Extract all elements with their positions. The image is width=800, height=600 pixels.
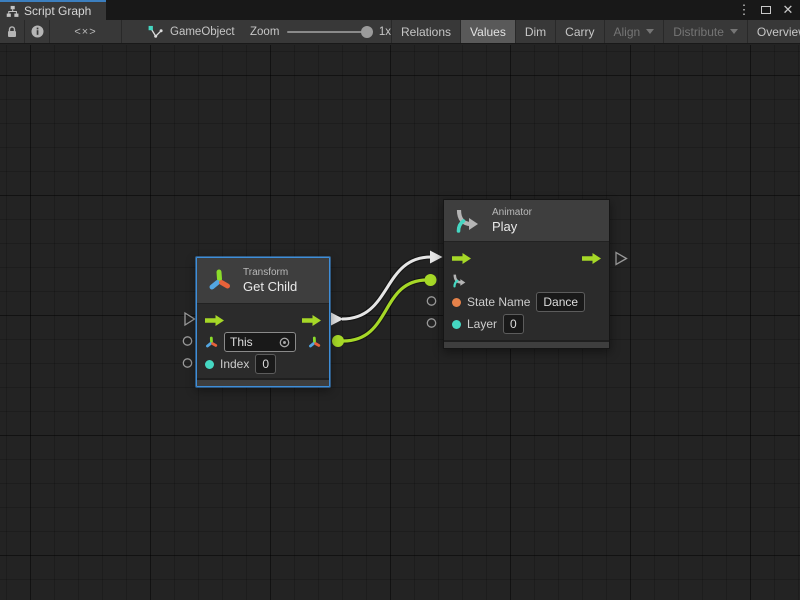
lock-icon (7, 26, 17, 38)
window-controls: ⋮ ✕ (736, 0, 798, 20)
this-object-field[interactable]: This (224, 332, 296, 352)
close-icon[interactable]: ✕ (780, 0, 796, 20)
node-body: This (197, 304, 329, 378)
flow-out-arrow-icon[interactable] (582, 253, 601, 264)
this-field-value: This (230, 334, 253, 350)
flow-wire-end-arrow[interactable] (430, 251, 443, 264)
flow-input-port[interactable] (185, 313, 195, 325)
state-name-field[interactable]: Dance (536, 292, 585, 312)
value-wire-shadow (343, 280, 427, 341)
graph-node-icon (148, 25, 163, 39)
flow-in-arrow-icon[interactable] (452, 253, 471, 264)
zoom-slider-knob[interactable] (361, 26, 373, 38)
relations-button[interactable]: Relations (392, 20, 461, 43)
value-wire-start-dot[interactable] (332, 335, 344, 347)
distribute-label: Distribute (673, 25, 724, 39)
overview-button[interactable]: Overview (748, 20, 800, 43)
string-port-icon[interactable] (452, 298, 461, 307)
flow-wire-start-arrow[interactable] (331, 313, 344, 326)
node-header[interactable]: Transform Get Child (197, 258, 329, 304)
node-title: Play (492, 219, 532, 235)
graph-toolbar: <×> GameObject Zoom 1x Relations Values … (0, 20, 800, 44)
transform-output-port-icon[interactable] (308, 336, 321, 349)
transform-icon (207, 268, 232, 293)
tab-bar: Script Graph ⋮ ✕ (0, 0, 800, 20)
info-icon (31, 25, 44, 38)
value-wire[interactable] (343, 280, 427, 341)
index-label: Index (220, 357, 249, 371)
info-button[interactable] (25, 20, 50, 43)
value-input-port[interactable] (427, 297, 435, 305)
integer-port-icon[interactable] (452, 320, 461, 329)
node-body: State Name Dance Layer 0 (444, 242, 609, 340)
tab-script-graph[interactable]: Script Graph (0, 0, 106, 20)
lock-button[interactable] (0, 20, 25, 43)
carry-button[interactable]: Carry (556, 20, 604, 43)
value-wire-end-dot[interactable] (425, 274, 437, 286)
transform-port-icon[interactable] (205, 336, 218, 349)
node-type-label: Transform (243, 266, 297, 279)
flow-wire-shadow (342, 257, 431, 319)
graph-canvas[interactable]: Transform Get Child (0, 45, 800, 600)
node-footer (197, 378, 329, 386)
node-type-label: Animator (492, 206, 532, 219)
node-play[interactable]: Animator Play (443, 199, 610, 349)
zoom-label: Zoom (250, 26, 279, 38)
zoom-value: 1x (379, 26, 391, 38)
menu-dots-icon[interactable]: ⋮ (736, 0, 752, 20)
chevron-down-icon (646, 29, 654, 34)
value-input-port[interactable] (183, 337, 191, 345)
tab-title: Script Graph (24, 4, 91, 18)
value-input-port[interactable] (183, 359, 191, 367)
animator-icon (454, 207, 481, 234)
animator-port-icon[interactable] (452, 273, 467, 288)
code-view-button[interactable]: <×> (50, 20, 122, 43)
integer-port-icon[interactable] (205, 360, 214, 369)
object-picker-icon[interactable] (279, 337, 290, 348)
flow-out-arrow-icon[interactable] (302, 315, 321, 326)
zoom-slider[interactable] (287, 31, 370, 33)
value-input-port[interactable] (427, 319, 435, 327)
state-name-label: State Name (467, 295, 530, 309)
distribute-dropdown[interactable]: Distribute (664, 20, 748, 43)
chevron-down-icon (730, 29, 738, 34)
script-graph-window: Script Graph ⋮ ✕ (0, 0, 800, 600)
layer-label: Layer (467, 317, 497, 331)
values-button[interactable]: Values (461, 20, 516, 43)
dim-button[interactable]: Dim (516, 20, 556, 43)
connections-layer (0, 45, 800, 600)
node-footer (444, 340, 609, 348)
node-header[interactable]: Animator Play (444, 200, 609, 242)
align-dropdown[interactable]: Align (605, 20, 665, 43)
index-field[interactable]: 0 (255, 354, 276, 374)
flow-wire[interactable] (342, 257, 431, 319)
align-label: Align (614, 25, 641, 39)
flow-output-port[interactable] (616, 253, 627, 265)
node-get-child[interactable]: Transform Get Child (196, 257, 330, 387)
zoom-control: Zoom 1x (240, 20, 392, 43)
graph-owner-section[interactable]: GameObject (122, 20, 240, 43)
flow-in-arrow-icon[interactable] (205, 315, 224, 326)
graph-hierarchy-icon (6, 5, 19, 18)
graph-owner-label: GameObject (170, 26, 235, 38)
node-title: Get Child (243, 279, 297, 295)
maximize-icon[interactable] (758, 0, 774, 20)
layer-field[interactable]: 0 (503, 314, 524, 334)
